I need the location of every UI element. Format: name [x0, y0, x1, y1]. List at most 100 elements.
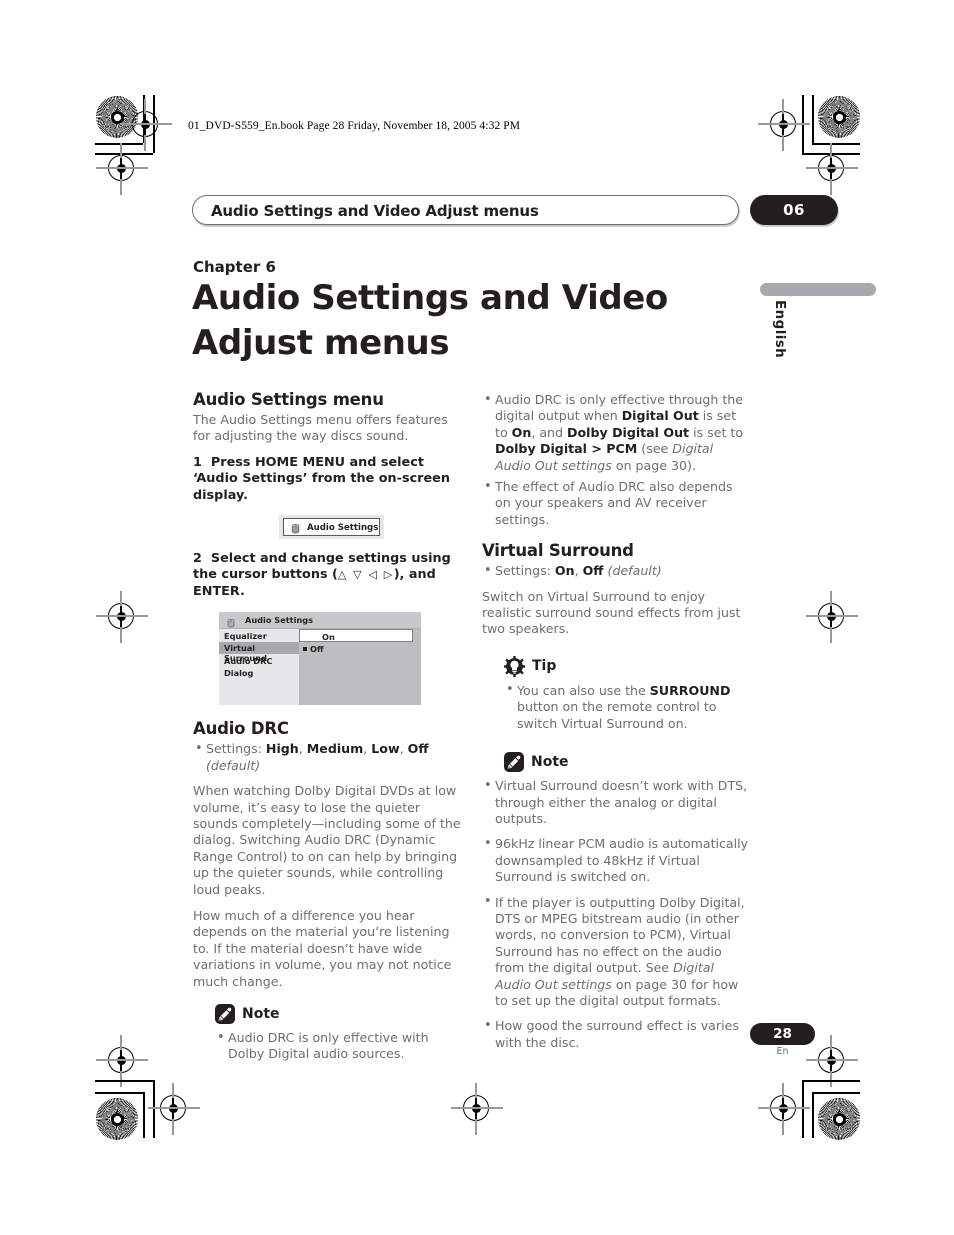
osd-title-label: Audio Settings: [245, 615, 313, 626]
disc-icon: [225, 615, 237, 628]
note-pencil-icon: [215, 1004, 235, 1025]
section-heading-virtual-surround: Virtual Surround: [482, 541, 634, 561]
registration-mark-bottom-center: [451, 1083, 503, 1135]
page-number-badge: 28: [750, 1023, 815, 1045]
setting-default-marker: (default): [607, 563, 662, 579]
osd-audio-settings-button-capture: Audio Settings: [279, 514, 384, 539]
osd-body: Equalizer Virtual Surround Audio DRC Dia…: [219, 629, 421, 706]
registration-mark-right-lower: [806, 1035, 858, 1087]
osd-menu-item-audio-drc[interactable]: Audio DRC: [219, 654, 299, 667]
tip-bullet-list: You can also use the SURROUND button on …: [504, 682, 752, 732]
setting-value-high: High: [265, 741, 299, 757]
settings-prefix: Settings:: [495, 563, 555, 579]
osd-title-bar: Audio Settings: [219, 612, 421, 630]
list-item: Settings: On, Off (default): [482, 563, 752, 580]
running-head-title: Audio Settings and Video Adjust menus: [211, 202, 539, 220]
setting-value-medium: Medium: [306, 741, 364, 757]
registration-mark-right-middle: [806, 591, 858, 643]
setting-value-off: Off: [582, 563, 604, 579]
section-heading-audio-settings-menu: Audio Settings menu: [193, 390, 384, 409]
audio-drc-paragraph-1: When watching Dolby Digital DVDs at low …: [193, 783, 461, 897]
osd-audio-settings-menu-capture: Audio Settings Equalizer Virtual Surroun…: [219, 612, 421, 706]
bullet-text-3: , and: [531, 424, 568, 440]
star-target-top-left: [96, 96, 138, 138]
page-number: 28: [773, 1026, 792, 1042]
tip-callout-label: Tip: [532, 658, 557, 675]
osd-button-inner: Audio Settings: [283, 517, 380, 536]
tip-text-2: button on the remote control to switch V…: [517, 699, 717, 731]
keyword-dolby-digital-out: Dolby Digital Out: [567, 424, 690, 440]
list-item: The effect of Audio DRC also depends on …: [482, 479, 752, 528]
intro-paragraph: The Audio Settings menu offers features …: [193, 412, 448, 444]
star-target-bottom-right: [818, 1098, 860, 1140]
star-target-bottom-left: [96, 1098, 138, 1140]
registration-mark-top-left: [120, 99, 172, 151]
gear-lightbulb-icon: [504, 655, 525, 677]
registration-mark-left-upper: [96, 143, 148, 195]
step-2-number: 2: [193, 550, 202, 566]
bullet-text-4: is set to: [689, 424, 744, 440]
note-callout-audio-drc: Note Audio DRC is only effective with Do…: [215, 1004, 461, 1063]
osd-option-off-label: Off: [310, 644, 324, 655]
osd-menu-item-virtual-surround[interactable]: Virtual Surround: [219, 641, 299, 663]
page-language-code: En: [776, 1046, 789, 1057]
note-bullet-list: Virtual Surround doesn’t work with DTS, …: [482, 778, 752, 1051]
registration-mark-left-lower: [96, 1035, 148, 1087]
chapter-number-badge-label: 06: [783, 201, 805, 219]
list-item: You can also use the SURROUND button on …: [504, 682, 752, 732]
setting-value-low: Low: [371, 741, 400, 757]
osd-button-label: Audio Settings: [307, 522, 379, 533]
setting-value-on: On: [554, 563, 575, 579]
audio-drc-note-bullets: Audio DRC is only effective through the …: [482, 391, 752, 528]
settings-prefix: Settings:: [206, 741, 266, 757]
bullet-text-6: on page 30).: [611, 457, 696, 473]
registration-mark-bottom-right: [758, 1083, 810, 1135]
list-item: How good the surround effect is varies w…: [482, 1018, 752, 1051]
keyword-surround: SURROUND: [649, 682, 731, 698]
list-item: Settings: High, Medium, Low, Off (defaul…: [193, 741, 461, 774]
list-item: Audio DRC is only effective with Dolby D…: [215, 1030, 461, 1063]
virtual-surround-settings-list: Settings: On, Off (default): [482, 563, 752, 580]
osd-option-off[interactable]: Off: [303, 644, 324, 654]
registration-mark-top-right: [758, 99, 810, 151]
step-2: 2 Select and change settings using the cu…: [193, 551, 461, 601]
list-item: Virtual Surround doesn’t work with DTS, …: [482, 778, 752, 827]
page-title: Audio Settings and Video Adjust menus: [192, 278, 668, 363]
list-item: If the player is outputting Dolby Digita…: [482, 894, 752, 1010]
side-tab-language-label: English: [772, 300, 788, 359]
osd-menu-list: Equalizer Virtual Surround Audio DRC Dia…: [219, 629, 299, 706]
osd-menu-item-dialog[interactable]: Dialog: [219, 667, 299, 680]
note-bullet-list: Audio DRC is only effective with Dolby D…: [215, 1030, 461, 1063]
disc-icon: [289, 521, 302, 540]
side-tab-pill: [760, 283, 876, 296]
keyword-digital-out: Digital Out: [621, 408, 699, 424]
tip-text-1: You can also use the: [517, 682, 650, 698]
list-item: Audio DRC is only effective through the …: [482, 391, 752, 474]
step-1-number: 1: [193, 454, 202, 470]
list-item: 96kHz linear PCM audio is automatically …: [482, 836, 752, 885]
chapter-number-badge: 06: [750, 195, 838, 225]
virtual-surround-paragraph: Switch on Virtual Surround to enjoy real…: [482, 588, 741, 637]
tip-callout: Tip You can also use the SURROUND button…: [504, 655, 752, 732]
note-callout-header: Note: [504, 752, 752, 773]
registration-mark-right-upper: [806, 143, 858, 195]
registration-mark-bottom-left: [148, 1083, 200, 1135]
chapter-label: Chapter 6: [193, 258, 276, 276]
audio-drc-paragraph-2: How much of a difference you hear depend…: [193, 908, 452, 989]
setting-default-marker: (default): [206, 757, 261, 773]
step-1-text: Press HOME MENU and select ‘Audio Settin…: [193, 454, 450, 503]
osd-value-field[interactable]: On: [299, 629, 413, 642]
note-callout-label: Note: [242, 1006, 280, 1023]
star-target-top-right: [818, 96, 860, 138]
section-heading-audio-drc: Audio DRC: [193, 719, 289, 739]
cursor-arrows-icon: △ ▽ ◁ ▷: [337, 568, 394, 582]
note-pencil-icon: [504, 752, 524, 773]
step-1: 1 Press HOME MENU and select ‘Audio Setti…: [193, 455, 461, 505]
keyword-on: On: [511, 424, 532, 440]
note-callout-virtual-surround: Note Virtual Surround doesn’t work with …: [484, 752, 752, 1051]
note-callout-header: Note: [215, 1004, 461, 1025]
osd-menu-item-equalizer[interactable]: Equalizer: [219, 629, 299, 642]
osd-value-field-text: On: [322, 631, 335, 642]
tip-callout-header: Tip: [504, 655, 752, 677]
note-callout-label: Note: [531, 754, 569, 771]
